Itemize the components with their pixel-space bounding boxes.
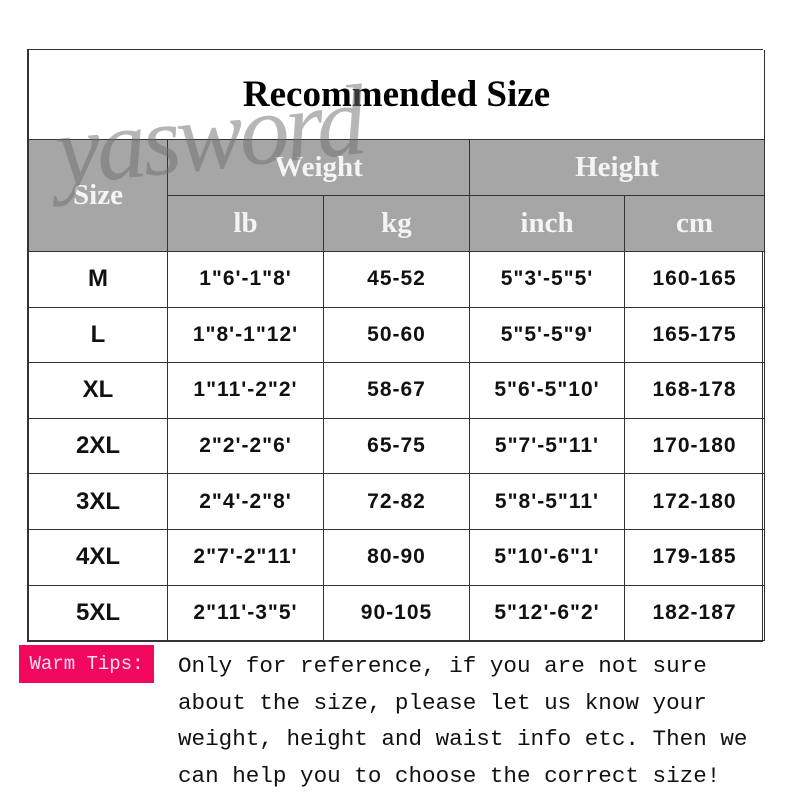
cell-inch: 5"10'-6"1' <box>469 528 625 586</box>
cell-cm: 168-178 <box>623 362 766 419</box>
cell-kg: 90-105 <box>323 584 470 642</box>
cell-cm: 182-187 <box>623 584 766 642</box>
table-row: M 1"6'-1"8' 45-52 5"3'-5"5' 160-165 <box>28 251 766 308</box>
header-inch: inch <box>469 195 625 252</box>
cell-kg: 65-75 <box>323 417 470 475</box>
cell-inch: 5"12'-6"2' <box>469 584 625 642</box>
table-row: 3XL 2"4'-2"8' 72-82 5"8'-5"11' 172-180 <box>28 473 766 530</box>
header-kg: kg <box>323 195 470 252</box>
warm-tips-badge: Warm Tips: <box>19 645 154 683</box>
cell-size: M <box>28 251 168 308</box>
cell-cm: 172-180 <box>623 473 766 530</box>
warm-tips-text: Only for reference, if you are not sure … <box>178 653 748 789</box>
size-chart: Recommended Size Size Weight Height lb k… <box>27 49 766 643</box>
cell-size: XL <box>28 362 168 419</box>
cell-lb: 2"2'-2"6' <box>167 417 324 475</box>
cell-lb: 1"8'-1"12' <box>167 306 324 364</box>
cell-size: 3XL <box>28 473 168 530</box>
cell-cm: 165-175 <box>623 306 766 364</box>
cell-cm: 170-180 <box>623 417 766 475</box>
cell-inch: 5"7'-5"11' <box>469 417 625 475</box>
cell-lb: 2"7'-2"11' <box>167 528 324 586</box>
table-row: 4XL 2"7'-2"11' 80-90 5"10'-6"1' 179-185 <box>28 528 766 586</box>
cell-size: L <box>28 306 168 364</box>
cell-inch: 5"3'-5"5' <box>469 251 625 308</box>
cell-kg: 58-67 <box>323 362 470 419</box>
cell-inch: 5"8'-5"11' <box>469 473 625 530</box>
cell-size: 4XL <box>28 528 168 586</box>
chart-title: Recommended Size <box>27 50 766 140</box>
header-weight: Weight <box>167 139 470 196</box>
cell-inch: 5"5'-5"9' <box>469 306 625 364</box>
header-size: Size <box>28 139 168 252</box>
cell-cm: 160-165 <box>623 251 766 308</box>
cell-lb: 2"11'-3"5' <box>167 584 324 642</box>
table-row: L 1"8'-1"12' 50-60 5"5'-5"9' 165-175 <box>28 306 766 364</box>
header-lb: lb <box>167 195 324 252</box>
cell-kg: 72-82 <box>323 473 470 530</box>
cell-cm: 179-185 <box>623 528 766 586</box>
cell-lb: 1"6'-1"8' <box>167 251 324 308</box>
cell-lb: 2"4'-2"8' <box>167 473 324 530</box>
header-cm: cm <box>623 195 766 252</box>
cell-size: 2XL <box>28 417 168 475</box>
cell-lb: 1"11'-2"2' <box>167 362 324 419</box>
header-height: Height <box>468 139 766 196</box>
table-row: XL 1"11'-2"2' 58-67 5"6'-5"10' 168-178 <box>28 362 766 419</box>
cell-size: 5XL <box>28 584 168 642</box>
cell-kg: 45-52 <box>323 251 470 308</box>
table-row: 5XL 2"11'-3"5' 90-105 5"12'-6"2' 182-187 <box>28 584 766 642</box>
size-table: Recommended Size Size Weight Height lb k… <box>27 50 766 642</box>
cell-inch: 5"6'-5"10' <box>469 362 625 419</box>
cell-kg: 80-90 <box>323 528 470 586</box>
table-row: 2XL 2"2'-2"6' 65-75 5"7'-5"11' 170-180 <box>28 417 766 475</box>
cell-kg: 50-60 <box>323 306 470 364</box>
